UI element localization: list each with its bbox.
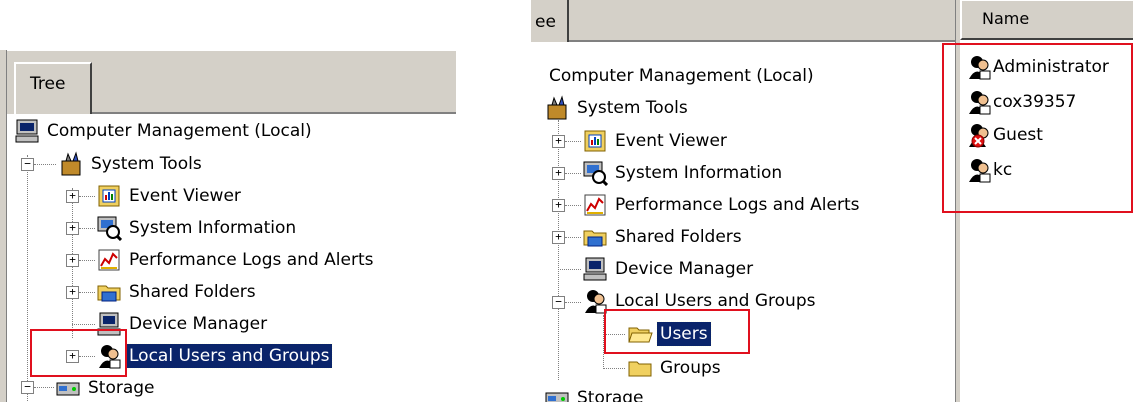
tree-line [79,196,95,197]
tree-item-label: Storage [88,378,155,398]
tree-item-label: System Tools [91,154,202,174]
computer-icon [14,118,40,144]
right-window: ee Computer Management (Local) System To… [531,0,1133,402]
highlight-box [604,309,750,354]
tree-line [79,228,95,229]
expand-icon[interactable]: + [66,254,79,267]
tree-line [565,173,581,174]
collapse-icon[interactable]: − [552,296,565,309]
tree-item-label: Performance Logs and Alerts [615,195,860,215]
expand-icon[interactable]: + [552,167,565,180]
tree-item-label: System Information [129,218,297,238]
tree-item-system-tools[interactable]: System Tools [58,149,205,179]
storage-icon [55,375,81,401]
device-manager-icon [582,256,608,282]
performance-logs-icon [582,192,608,218]
system-tools-icon [58,151,84,177]
tab-tree[interactable]: Tree [14,62,92,114]
tree-item-label: Device Manager [615,259,754,279]
tree-line [565,205,581,206]
tree-item-computer-management[interactable]: Computer Management (Local) [546,61,817,91]
system-tools-icon [544,95,570,121]
tree-item-local-users-and-groups[interactable]: Local Users and Groups [96,341,334,371]
tree-line [603,368,625,369]
shared-folders-icon [96,279,122,305]
tree-item-label: Shared Folders [129,282,256,302]
expand-icon[interactable]: + [66,190,79,203]
system-information-icon [582,160,609,187]
tree-item-event-viewer[interactable]: Event Viewer [96,181,244,211]
tree-item-system-tools[interactable]: System Tools [544,93,691,123]
column-header-label: Name [982,9,1030,28]
tree-item-computer-management[interactable]: Computer Management (Local) [14,116,315,146]
tree-item-label: Shared Folders [615,227,742,247]
expand-icon[interactable]: + [552,199,565,212]
performance-logs-icon [96,247,122,273]
tree-item-performance-logs[interactable]: Performance Logs and Alerts [582,190,862,220]
system-information-icon [96,215,123,242]
expand-icon[interactable]: + [552,135,565,148]
tree-line [79,260,95,261]
tab-tree-label: Tree [30,74,66,94]
tree-item-storage[interactable]: Storage [544,383,647,402]
tree-item-shared-folders[interactable]: Shared Folders [582,222,745,252]
tree-item-label: System Information [615,163,783,183]
left-tree-panel: Tree Computer Management (Local) − Syste… [0,50,456,402]
tree-item-label: Performance Logs and Alerts [129,250,374,270]
highlight-box [942,43,1133,213]
column-header-name[interactable]: Name [960,0,1133,40]
left-scroll-edge [0,50,7,402]
tree-line [565,237,581,238]
event-viewer-icon [582,128,608,154]
tree-line [565,302,581,303]
tree-item-label: Storage [577,388,644,402]
expand-icon[interactable]: + [66,286,79,299]
expand-icon[interactable]: + [552,231,565,244]
tree-item-label: Event Viewer [615,131,727,151]
event-viewer-icon [96,183,122,209]
tree-item-label: Device Manager [129,314,268,334]
tree-line [79,292,95,293]
tree-item-shared-folders[interactable]: Shared Folders [96,277,259,307]
tab-tree-partial[interactable]: ee [531,0,569,42]
tree-item-system-information[interactable]: System Information [582,158,785,188]
tree-item-label: Computer Management (Local) [549,66,814,86]
tree-item-label: Computer Management (Local) [47,121,312,141]
tree-item-label: Event Viewer [129,186,241,206]
tree-line [34,164,56,165]
tree-item-device-manager[interactable]: Device Manager [582,254,756,284]
tree-line [558,269,581,270]
tree-item-label: Groups [660,358,721,378]
tree-line [558,120,559,380]
tree-item-label: System Tools [577,98,688,118]
tree-item-groups[interactable]: Groups [627,353,724,383]
tree-line [72,324,95,325]
tree-line [34,387,54,388]
folder-icon [627,355,653,381]
storage-icon [544,385,570,402]
right-tab-strip [531,0,955,42]
tree-item-label: Local Users and Groups [124,343,334,369]
tree-item-system-information[interactable]: System Information [96,213,299,243]
tree-line [565,141,581,142]
tree-item-performance-logs[interactable]: Performance Logs and Alerts [96,245,376,275]
collapse-icon[interactable]: − [21,381,34,394]
collapse-icon[interactable]: − [21,158,34,171]
tree-item-storage[interactable]: Storage [55,373,158,402]
tab-tree-partial-label: ee [535,12,556,32]
expand-icon[interactable]: + [66,222,79,235]
tree-item-event-viewer[interactable]: Event Viewer [582,126,730,156]
highlight-box [30,329,127,377]
shared-folders-icon [582,224,608,250]
tree-line [27,155,28,401]
